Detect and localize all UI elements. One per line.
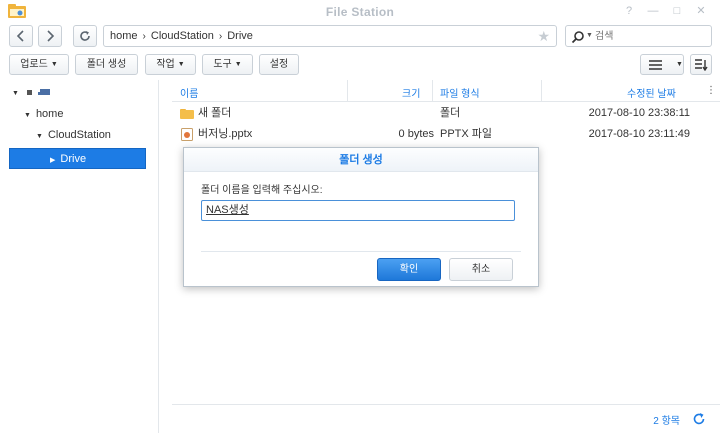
create-folder-button[interactable]: 폴더 생성 [75, 54, 138, 75]
chevron-right-icon [47, 30, 55, 42]
minimize-icon[interactable]: — [646, 4, 660, 18]
search-options-caret-icon[interactable]: ▼ [586, 32, 593, 39]
folder-tree: ▼ ▼ home ▼ CloudStation ▶ Drive [0, 80, 159, 433]
chevron-down-icon: ▼ [177, 61, 185, 68]
folder-name-input[interactable]: NAS생성 [201, 200, 515, 221]
action-button[interactable]: 작업 ▼ [145, 54, 196, 75]
settings-label: 설정 [269, 59, 289, 70]
tree-item-drive[interactable]: ▶ Drive [9, 148, 146, 169]
file-name: 버저닝.pptx [198, 128, 253, 140]
close-icon[interactable]: ✕ [694, 4, 708, 18]
expanded-triangle-icon[interactable]: ▼ [12, 83, 19, 104]
column-divider[interactable] [541, 80, 542, 102]
breadcrumb-drive[interactable]: Drive [227, 26, 253, 46]
item-count: 2 항목 [653, 416, 680, 427]
expanded-triangle-icon[interactable]: ▼ [36, 126, 43, 147]
file-modified: 2017-08-10 23:11:49 [588, 128, 690, 140]
breadcrumb-separator-icon: › [142, 31, 146, 42]
column-type[interactable]: 파일 형식 [440, 85, 480, 100]
refresh-button[interactable] [73, 25, 97, 47]
file-type: 폴더 [440, 107, 461, 119]
chevron-down-icon: ▼ [50, 61, 58, 68]
tree-item-cloudstation[interactable]: ▼ CloudStation [36, 125, 111, 146]
refresh-icon [80, 31, 90, 41]
back-button[interactable] [9, 25, 33, 47]
create-folder-dialog: 폴더 생성 폴더 이름을 입력해 주십시오: NAS생성 확인 취소 [183, 147, 539, 287]
tree-label-cloudstation: CloudStation [47, 129, 111, 141]
list-view-icon [649, 60, 662, 70]
search-icon[interactable] [571, 30, 585, 44]
file-station-window: File Station ? — □ ✕ home › CloudStation › D… [0, 0, 720, 433]
window-title: File Station [325, 5, 395, 19]
file-modified: 2017-08-10 23:38:11 [588, 107, 690, 119]
column-size[interactable]: 크기 [402, 85, 420, 100]
breadcrumb-home[interactable]: home [110, 26, 138, 46]
view-mode-button[interactable]: ▼ [640, 54, 684, 75]
pptx-file-icon [181, 128, 193, 141]
table-row[interactable]: 새 폴더 폴더 2017-08-10 23:38:11 [172, 102, 720, 124]
settings-button[interactable]: 설정 [259, 54, 299, 75]
tree-item-home[interactable]: ▼ home [24, 104, 63, 125]
help-icon[interactable]: ? [622, 4, 636, 18]
column-name[interactable]: 이름 [180, 85, 198, 100]
folder-name-prompt: 폴더 이름을 입력해 주십시오: [201, 185, 323, 196]
cancel-button[interactable]: 취소 [449, 258, 513, 281]
maximize-icon[interactable]: □ [670, 4, 684, 18]
folder-icon [180, 109, 194, 119]
tree-label-drive: Drive [60, 153, 87, 165]
tree-label-home: home [35, 108, 64, 120]
sort-icon [694, 59, 708, 72]
file-size: 0 bytes [398, 128, 434, 140]
sort-button[interactable] [690, 54, 712, 75]
column-divider[interactable] [432, 80, 433, 102]
dialog-title: 폴더 생성 [184, 148, 538, 172]
path-breadcrumb[interactable]: home › CloudStation › Drive ★ [103, 25, 557, 47]
upload-label: 업로드 [20, 59, 48, 71]
forward-button[interactable] [38, 25, 62, 47]
file-type: PPTX 파일 [440, 128, 493, 140]
column-modified[interactable]: 수정된 날짜 [627, 85, 676, 100]
chevron-down-icon: ▼ [234, 61, 242, 68]
tree-root[interactable]: ▼ [12, 82, 51, 103]
server-icon [27, 89, 50, 96]
table-row[interactable]: 버저닝.pptx 0 bytes PPTX 파일 2017-08-10 23:1… [172, 123, 720, 145]
ok-button[interactable]: 확인 [377, 258, 441, 281]
list-header: 이름 크기 파일 형식 수정된 날짜 ⋮ [172, 80, 720, 102]
chevron-left-icon [16, 30, 24, 42]
favorite-star-icon[interactable]: ★ [537, 26, 550, 46]
tools-button[interactable]: 도구 ▼ [202, 54, 253, 75]
collapsed-triangle-icon[interactable]: ▶ [50, 150, 55, 171]
expanded-triangle-icon[interactable]: ▼ [24, 105, 31, 126]
breadcrumb-separator-icon: › [218, 31, 223, 42]
tools-label: 도구 [213, 59, 232, 71]
refresh-icon[interactable] [692, 412, 706, 426]
dialog-divider [201, 251, 521, 252]
file-name: 새 폴더 [198, 107, 232, 119]
folder-name-value: NAS생성 [206, 204, 249, 216]
breadcrumb-cloudstation[interactable]: CloudStation [151, 26, 214, 46]
column-divider[interactable] [347, 80, 348, 102]
search-box[interactable]: ▼ [565, 25, 712, 47]
title-bar: File Station ? — □ ✕ [0, 0, 720, 22]
create-folder-label: 폴더 생성 [86, 59, 127, 70]
action-label: 작업 [156, 59, 175, 71]
search-input[interactable] [595, 28, 705, 44]
column-menu-icon[interactable]: ⋮ [706, 85, 716, 96]
status-bar: 2 항목 [172, 404, 720, 433]
upload-button[interactable]: 업로드 ▼ [9, 54, 69, 75]
chevron-down-icon: ▼ [676, 61, 683, 68]
